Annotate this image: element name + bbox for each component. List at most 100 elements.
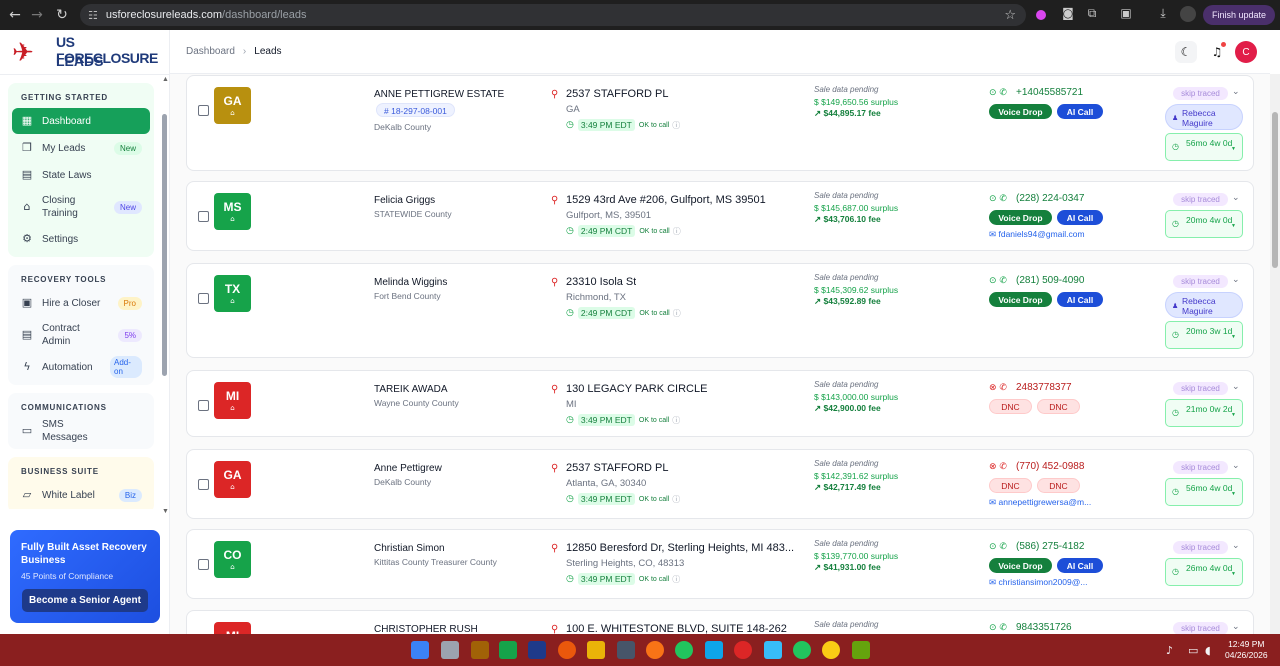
start-windows-icon[interactable] (411, 641, 429, 659)
lead-checkbox[interactable] (198, 293, 209, 304)
address-bar[interactable]: ☷ usforeclosureleads.com/dashboard/leads… (80, 4, 1026, 26)
taskbar-app-icon[interactable] (852, 641, 870, 659)
phone-number[interactable]: 2483778377 (1016, 382, 1072, 393)
chevron-down-icon[interactable]: ⌄ (1232, 541, 1240, 551)
firefox-icon[interactable] (646, 641, 664, 659)
network-icon[interactable]: ▭ (1188, 644, 1198, 657)
lead-card[interactable]: TX ⌂ Melinda Wiggins Fort Bend County ⚲ 23310… (186, 263, 1254, 358)
sidebar-item-contract-admin[interactable]: ▤ Contract Admin 5% (12, 317, 150, 353)
become-senior-agent-button[interactable]: Become a Senior Agent (22, 589, 148, 612)
sidebar-item-my-leads[interactable]: ❐ My Leads New (12, 135, 150, 161)
notifications-bell-icon[interactable]: ♫ (1206, 41, 1228, 63)
elapsed-timer[interactable]: ◷ 56mo 4w 0d ▼ (1165, 133, 1243, 161)
chevron-down-icon[interactable]: ⌄ (1232, 382, 1240, 392)
taskbar-app-icon[interactable] (617, 641, 635, 659)
sidebar-item-automation[interactable]: ϟ Automation Add-on (12, 354, 150, 380)
phone-number[interactable]: (281) 509-4090 (1016, 275, 1084, 286)
taskbar-app-icon[interactable] (764, 641, 782, 659)
phone-number[interactable]: (770) 452-0988 (1016, 461, 1084, 472)
ai-call-button[interactable]: AI Call (1057, 558, 1103, 573)
camera-extension-icon[interactable]: ◙ (1060, 6, 1076, 22)
file-explorer-icon[interactable] (587, 641, 605, 659)
scroll-up-icon[interactable]: ▲ (162, 76, 169, 83)
property-address[interactable]: 1529 43rd Ave #206, Gulfport, MS 39501 (566, 194, 766, 206)
chevron-down-icon[interactable]: ⌄ (1232, 87, 1240, 97)
email-link[interactable]: ✉ annepettigrewersa@m... (989, 497, 1091, 508)
info-icon[interactable]: ⓘ (672, 574, 680, 585)
property-address[interactable]: 2537 STAFFORD PL (566, 88, 669, 100)
info-icon[interactable]: ⓘ (673, 308, 681, 319)
chevron-down-icon[interactable]: ⌄ (1232, 275, 1240, 285)
logo[interactable]: ✈ US FORECLOSURE LEADS (8, 32, 158, 72)
assigned-agent[interactable]: ♟ Rebecca Maguire (1165, 104, 1243, 130)
extension-icon[interactable] (1036, 10, 1046, 20)
lead-card[interactable]: MS ⌂ Felicia Griggs STATEWIDE County ⚲ 1529 4… (186, 181, 1254, 251)
info-icon[interactable]: ⓘ (672, 120, 680, 131)
phone-number[interactable]: 9843351726 (1016, 622, 1072, 633)
lead-card[interactable]: MI⌂ CHRISTOPHER RUSH ⚲ 100 E. WHITESTONE BL… (186, 610, 1254, 634)
sidebar-item-closing-training[interactable]: ⌂ Closing Training New (12, 189, 150, 225)
elapsed-timer[interactable]: ◷ 20mo 3w 1d ▼ (1165, 321, 1243, 349)
sidebar-item-settings[interactable]: ⚙ Settings (12, 226, 150, 252)
lead-checkbox[interactable] (198, 105, 209, 116)
taskbar-app-icon[interactable] (441, 641, 459, 659)
forward-icon[interactable]: → (25, 7, 49, 23)
system-clock[interactable]: 12:49 PM 04/26/2026 (1225, 639, 1268, 661)
chevron-down-icon[interactable]: ⌄ (1232, 622, 1240, 632)
lead-card[interactable]: MI ⌂ TAREIK AWADA Wayne County County ⚲ 130 L… (186, 370, 1254, 437)
taskbar-app-icon[interactable] (471, 641, 489, 659)
assigned-agent[interactable]: ♟ Rebecca Maguire (1165, 292, 1243, 318)
site-info-icon[interactable]: ☷ (88, 9, 98, 22)
case-number[interactable]: # 18-297-08-001 (376, 103, 455, 117)
taskbar-app-icon[interactable] (528, 641, 546, 659)
email-link[interactable]: ✉ fdaniels94@gmail.com (989, 229, 1085, 240)
back-icon[interactable]: ← (3, 7, 27, 23)
scroll-down-icon[interactable]: ▼ (162, 508, 169, 515)
voice-drop-button[interactable]: Voice Drop (989, 292, 1052, 307)
info-icon[interactable]: ⓘ (673, 226, 681, 237)
lead-card[interactable]: GA ⌂ ANNE PETTIGREW ESTATE # 18-297-08-001 D… (186, 75, 1254, 171)
lead-checkbox[interactable] (198, 479, 209, 490)
ai-call-button[interactable]: AI Call (1057, 292, 1103, 307)
property-address[interactable]: 2537 STAFFORD PL (566, 462, 669, 474)
microphone-icon[interactable]: ♪ (1166, 644, 1173, 657)
download-icon[interactable]: ⤓ (1155, 6, 1171, 22)
sidebar-scrollbar[interactable] (162, 114, 167, 376)
elapsed-timer[interactable]: ◷ 56mo 4w 0d ▼ (1165, 478, 1243, 506)
email-link[interactable]: ✉ christiansimon2009@... (989, 577, 1087, 588)
property-address[interactable]: 100 E. WHITESTONE BLVD, SUITE 148-262 (566, 623, 787, 634)
elapsed-timer[interactable]: ◷ 20mo 4w 0d ▼ (1165, 210, 1243, 238)
chrome-icon[interactable] (822, 641, 840, 659)
elapsed-timer[interactable]: ◷ 21mo 0w 2d ▼ (1165, 399, 1243, 427)
phone-number[interactable]: +14045585721 (1016, 87, 1083, 98)
sidebar-item-dashboard[interactable]: ▦ Dashboard (12, 108, 150, 134)
tab-search-icon[interactable]: ▣ (1118, 6, 1134, 22)
user-avatar[interactable]: C (1235, 41, 1257, 63)
reload-icon[interactable]: ↻ (50, 7, 74, 23)
taskbar-app-icon[interactable] (705, 641, 723, 659)
chevron-down-icon[interactable]: ⌄ (1232, 461, 1240, 471)
taskbar-app-icon[interactable] (499, 641, 517, 659)
lead-checkbox[interactable] (198, 400, 209, 411)
info-icon[interactable]: ⓘ (672, 415, 680, 426)
ai-call-button[interactable]: AI Call (1057, 104, 1103, 119)
page-scrollbar[interactable] (1270, 74, 1280, 634)
info-icon[interactable]: ⓘ (672, 494, 680, 505)
theme-toggle-moon-icon[interactable]: ☾ (1175, 41, 1197, 63)
phone-number[interactable]: (228) 224-0347 (1016, 193, 1084, 204)
voice-drop-button[interactable]: Voice Drop (989, 210, 1052, 225)
volume-icon[interactable]: ◖ (1205, 644, 1211, 657)
bookmark-star-icon[interactable]: ☆ (1004, 8, 1016, 23)
puzzle-extensions-icon[interactable]: ⧉ (1084, 6, 1100, 22)
property-address[interactable]: 130 LEGACY PARK CIRCLE (566, 383, 707, 395)
sidebar-item-state-laws[interactable]: ▤ State Laws (12, 162, 150, 188)
elapsed-timer[interactable]: ◷ 26mo 4w 0d ▼ (1165, 558, 1243, 586)
taskbar-app-icon[interactable] (558, 641, 576, 659)
finish-update-button[interactable]: Finish update (1203, 5, 1275, 25)
chevron-down-icon[interactable]: ⌄ (1232, 193, 1240, 203)
voice-drop-button[interactable]: Voice Drop (989, 558, 1052, 573)
voice-drop-button[interactable]: Voice Drop (989, 104, 1052, 119)
sidebar-item-white-label[interactable]: ▱ White Label Biz (12, 482, 150, 508)
lead-card[interactable]: GA ⌂ Anne Pettigrew DeKalb County ⚲ 2537 STAF… (186, 449, 1254, 519)
chrome-icon[interactable] (793, 641, 811, 659)
